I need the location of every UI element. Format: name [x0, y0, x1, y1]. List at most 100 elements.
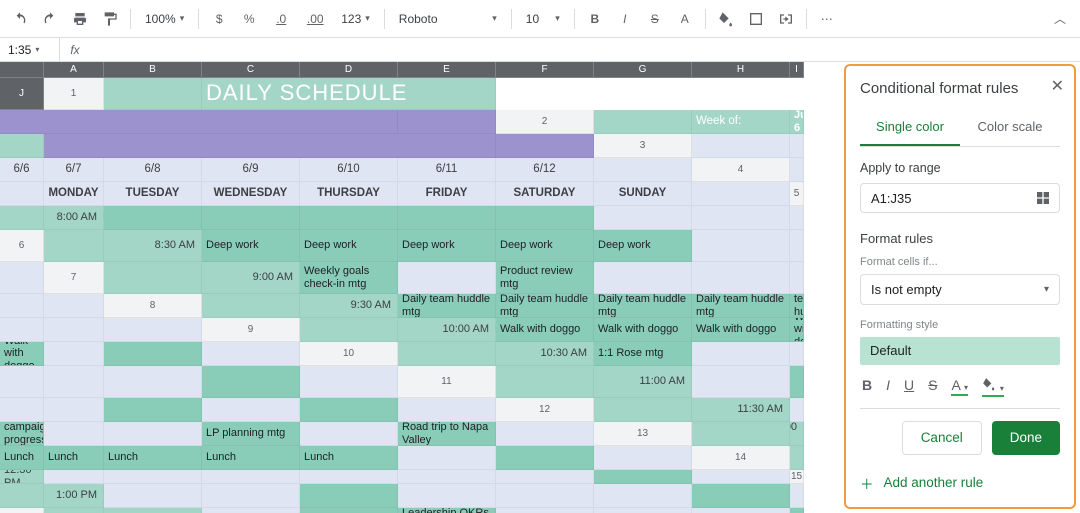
cancel-button[interactable]: Cancel — [902, 421, 982, 455]
date-header: 6/12 — [496, 158, 594, 182]
day-header: WEDNESDAY — [202, 182, 300, 206]
row-header-10[interactable]: 10 — [300, 342, 398, 366]
event-cell: Deep work — [202, 230, 300, 262]
text-color-button[interactable]: A — [673, 7, 697, 31]
fx-label: fx — [60, 43, 90, 57]
style-text-color-button[interactable]: A ▾ — [951, 377, 967, 393]
font-select[interactable]: Roboto▾ — [393, 7, 503, 31]
spreadsheet[interactable]: ABCDEFGHIJ1DAILY SCHEDULE2Week of:June 6… — [0, 62, 842, 513]
row-header-12[interactable]: 12 — [496, 398, 594, 422]
sidebar-title: Conditional format rules — [860, 80, 1060, 97]
event-cell: Walk with doggo — [790, 318, 804, 342]
paint-format-button[interactable] — [98, 7, 122, 31]
style-strike-button[interactable]: S — [928, 377, 937, 393]
row-header-14[interactable]: 14 — [692, 446, 790, 470]
increase-decimal-button[interactable]: .00 — [301, 7, 329, 31]
number-format-select[interactable]: 123▾ — [335, 7, 376, 31]
day-header: MONDAY — [44, 182, 104, 206]
event-cell: LP planning mtg — [202, 422, 300, 446]
time-cell: 10:00 AM — [398, 318, 496, 342]
col-header-G[interactable]: G — [594, 62, 692, 78]
event-cell: Road trip to Napa Valley — [398, 422, 496, 446]
bold-button[interactable]: B — [583, 7, 607, 31]
currency-button[interactable]: $ — [207, 7, 231, 31]
tab-color-scale[interactable]: Color scale — [960, 111, 1060, 146]
style-underline-button[interactable]: U — [904, 377, 914, 393]
event-cell: Deep work — [300, 230, 398, 262]
zoom-select[interactable]: 100%▾ — [139, 7, 190, 31]
day-header: THURSDAY — [300, 182, 398, 206]
row-header-15[interactable]: 15 — [790, 470, 804, 484]
done-button[interactable]: Done — [992, 421, 1060, 455]
col-header-A[interactable]: A — [44, 62, 104, 78]
event-cell: Deep work — [398, 230, 496, 262]
row-header-9[interactable]: 9 — [202, 318, 300, 342]
day-header: TUESDAY — [104, 182, 202, 206]
time-cell: 12:00 PM — [790, 422, 804, 446]
time-cell: 11:00 AM — [594, 366, 692, 398]
format-rules-heading: Format rules — [860, 231, 1060, 246]
event-cell: Lunch — [300, 446, 398, 470]
fontsize-select[interactable]: 10▾ — [520, 7, 566, 31]
collapse-toolbar-icon[interactable]: ︿ — [1048, 7, 1072, 31]
date-header: 6/6 — [0, 158, 44, 182]
row-header-5[interactable]: 5 — [790, 182, 804, 206]
row-header-1[interactable]: 1 — [44, 78, 104, 110]
date-header: 6/11 — [398, 158, 496, 182]
select-all-cell[interactable] — [0, 62, 44, 78]
date-header: 6/7 — [44, 158, 104, 182]
fill-color-button[interactable] — [714, 7, 738, 31]
row-header-11[interactable]: 11 — [398, 366, 496, 398]
col-header-J[interactable]: J — [0, 78, 44, 110]
range-value: A1:J35 — [871, 191, 911, 206]
range-input[interactable]: A1:J35 — [860, 183, 1060, 213]
row-header-2[interactable]: 2 — [496, 110, 594, 134]
undo-button[interactable] — [8, 7, 32, 31]
event-cell: Abbey campaign progress sync mtg — [0, 422, 44, 446]
col-header-F[interactable]: F — [496, 62, 594, 78]
row-header-3[interactable]: 3 — [594, 134, 692, 158]
col-header-H[interactable]: H — [692, 62, 790, 78]
time-cell: 9:30 AM — [300, 294, 398, 318]
event-cell: Daily team huddle mtg — [692, 294, 790, 318]
style-preview[interactable]: Default — [860, 337, 1060, 365]
col-header-C[interactable]: C — [202, 62, 300, 78]
row-header-8[interactable]: 8 — [104, 294, 202, 318]
name-box[interactable]: 1:35▾ — [0, 38, 60, 61]
percent-button[interactable]: % — [237, 7, 261, 31]
date-header: 6/8 — [104, 158, 202, 182]
print-button[interactable] — [68, 7, 92, 31]
col-header-I[interactable]: I — [790, 62, 804, 78]
row-header-13[interactable]: 13 — [594, 422, 692, 446]
italic-button[interactable]: I — [613, 7, 637, 31]
redo-button[interactable] — [38, 7, 62, 31]
strike-button[interactable]: S — [643, 7, 667, 31]
conditional-format-sidebar: ✕ Conditional format rules Single color … — [844, 64, 1076, 509]
close-icon[interactable]: ✕ — [1051, 76, 1064, 96]
event-cell: Weekly goals check-in mtg — [300, 262, 398, 294]
event-cell: Daily team huddle mtg — [790, 294, 804, 318]
style-toolbar: B I U S A ▾ ▾ — [860, 373, 1060, 409]
merge-button[interactable] — [774, 7, 798, 31]
col-header-E[interactable]: E — [398, 62, 496, 78]
tab-single-color[interactable]: Single color — [860, 111, 960, 146]
event-cell: Leadership OKRs sync — [398, 508, 496, 513]
more-button[interactable]: ⋯ — [815, 7, 839, 31]
row-header-6[interactable]: 6 — [0, 230, 44, 262]
add-rule-button[interactable]: ＋ Add another rule — [860, 473, 1060, 493]
time-cell: 11:30 AM — [692, 398, 790, 422]
style-italic-button[interactable]: I — [886, 377, 890, 393]
col-header-B[interactable]: B — [104, 62, 202, 78]
style-fill-color-button[interactable]: ▾ — [982, 377, 1004, 394]
time-cell: 8:30 AM — [104, 230, 202, 262]
condition-select[interactable]: Is not empty ▾ — [860, 274, 1060, 304]
select-range-icon[interactable] — [1035, 190, 1051, 206]
col-header-D[interactable]: D — [300, 62, 398, 78]
row-header-4[interactable]: 4 — [692, 158, 790, 182]
week-label: Week of: — [692, 110, 790, 134]
row-header-16[interactable]: 16 — [0, 508, 44, 513]
borders-button[interactable] — [744, 7, 768, 31]
row-header-7[interactable]: 7 — [44, 262, 104, 294]
style-bold-button[interactable]: B — [862, 377, 872, 393]
decrease-decimal-button[interactable]: .0 — [267, 7, 295, 31]
